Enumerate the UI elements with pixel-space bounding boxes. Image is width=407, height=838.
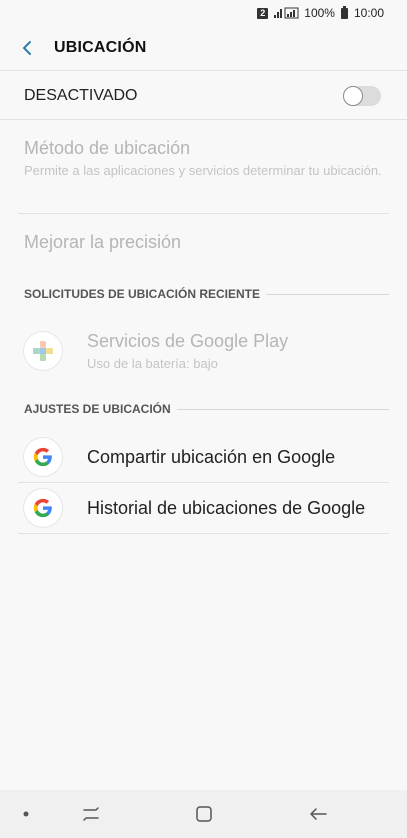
back-nav-button[interactable] (300, 790, 336, 838)
google-g-icon (24, 489, 62, 527)
signal-icon (272, 7, 300, 19)
app-name: Servicios de Google Play (87, 331, 289, 351)
home-icon (196, 806, 212, 822)
location-history-item[interactable]: Historial de ubicaciones de Google (24, 489, 389, 527)
recent-apps-icon (83, 807, 99, 821)
location-history-label: Historial de ubicaciones de Google (87, 497, 366, 518)
divider (18, 213, 389, 214)
clock: 10:00 (353, 6, 384, 20)
location-method-item: Método de ubicación Permite a las aplica… (24, 138, 389, 179)
divider (18, 482, 389, 483)
battery-icon (340, 5, 348, 19)
section-line (266, 293, 389, 295)
status-bar: 2 100% 10:00 (0, 0, 407, 26)
recent-requests-header: SOLICITUDES DE UBICACIÓN RECIENTE (24, 286, 389, 302)
location-toggle-row[interactable]: DESACTIVADO (0, 72, 407, 120)
divider (18, 533, 389, 534)
improve-accuracy-item: Mejorar la precisión (24, 232, 389, 253)
chevron-left-icon (23, 41, 31, 55)
location-toggle-label: DESACTIVADO (24, 86, 138, 104)
location-method-subtitle: Permite a las aplicaciones y servicios d… (24, 163, 382, 178)
google-g-icon (24, 438, 62, 476)
improve-accuracy-title: Mejorar la precisión (24, 232, 182, 252)
back-button[interactable] (12, 33, 42, 63)
home-button[interactable] (186, 790, 222, 838)
app-bar: UBICACIÓN (0, 26, 407, 71)
dot-icon (23, 811, 29, 817)
share-location-item[interactable]: Compartir ubicación en Google (24, 438, 389, 476)
share-location-label: Compartir ubicación en Google (87, 446, 336, 467)
section-line (176, 408, 389, 410)
list-item: Servicios de Google Play Uso de la bater… (24, 331, 389, 371)
nav-dot-button[interactable] (18, 790, 34, 838)
google-play-services-icon (24, 332, 62, 370)
app-detail: Uso de la batería: bajo (87, 356, 218, 371)
recent-apps-button[interactable] (74, 790, 108, 838)
location-switch[interactable] (343, 85, 381, 106)
battery-percent: 100% (304, 6, 335, 20)
page-title: UBICACIÓN (54, 39, 147, 56)
sim-badge: 2 (257, 7, 269, 19)
switch-knob (343, 85, 363, 106)
location-settings-header: AJUSTES DE UBICACIÓN (24, 401, 389, 417)
back-arrow-icon (310, 808, 327, 820)
location-settings-label: AJUSTES DE UBICACIÓN (24, 402, 171, 416)
location-method-title: Método de ubicación (24, 138, 191, 158)
recent-requests-label: SOLICITUDES DE UBICACIÓN RECIENTE (24, 287, 261, 301)
navigation-bar (0, 790, 407, 838)
